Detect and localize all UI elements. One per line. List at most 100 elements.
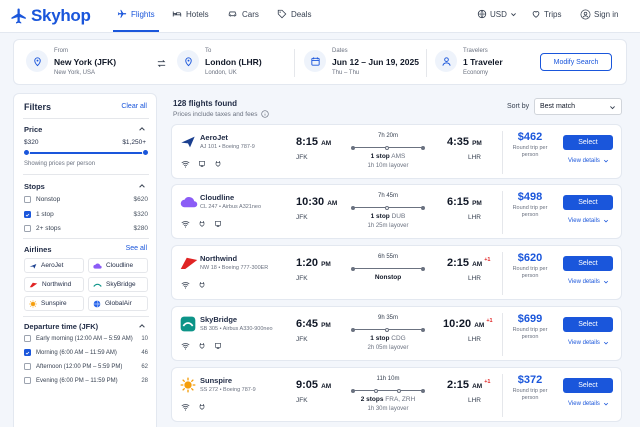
arr-time-value: 2:15 [447,257,470,269]
select-button[interactable]: Select [563,195,613,210]
view-details-link[interactable]: View details [568,340,609,346]
currency-selector[interactable]: USD [477,9,517,19]
departure-option-evening[interactable]: Evening (6:00 PM – 11:59 PM) 28 [24,377,148,384]
checkbox[interactable] [24,363,31,370]
flight-code: SS 272 • Boeing 787-9 [200,387,256,393]
price-slider-max-handle[interactable] [142,149,149,156]
car-icon [228,11,237,17]
cloudline-logo-icon [180,194,198,210]
departure-option-early-morning[interactable]: Early morning (12:00 AM – 5:59 AM) 10 [24,335,148,342]
chevron-up-icon[interactable] [138,182,146,190]
swap-button[interactable] [153,55,169,71]
airline-filter-aerojet[interactable]: AeroJet [24,258,84,273]
wifi-icon [181,161,190,168]
arr-ampm: AM [472,261,483,268]
next-day-badge: +1 [484,379,491,386]
stop-marker [385,145,389,150]
view-details-label: View details [568,401,600,407]
trips-link[interactable]: Trips [531,9,561,19]
view-details-label: View details [568,279,600,285]
departure-airport: JFK [296,275,308,282]
stops-section-title: Stops [24,182,45,191]
select-button[interactable]: Select [563,317,613,332]
airline-filter-sunspire[interactable]: Sunspire [24,296,84,311]
chevron-down-icon [510,12,516,16]
brand-name: Skyhop [31,6,91,25]
dep-time-value: 8:15 [296,136,319,148]
aerojet-logo-icon [180,134,196,150]
checkbox[interactable] [24,335,31,342]
tab-flights[interactable]: Flights [117,9,155,19]
airline-name: AeroJet [200,133,228,142]
sort-select[interactable]: Best match [534,98,622,115]
view-details-link[interactable]: View details [568,279,609,285]
from-field[interactable]: From New York (JFK) New York, USA [26,46,116,76]
to-field[interactable]: To London (LHR) London, UK [177,46,262,76]
route-end-dot [421,388,425,393]
option-price: $620 [133,196,148,203]
airline-filter-skybridge[interactable]: SkyBridge [88,277,148,292]
signin-link[interactable]: Sign in [580,9,618,20]
checkbox[interactable] [24,225,31,232]
travelers-value: 1 Traveler [463,57,503,67]
dates-field[interactable]: Dates Jun 12 – Jun 19, 2025 Thu – Thu [304,46,419,76]
checkbox[interactable] [24,196,31,203]
arrival-airport: LHR [468,397,482,404]
tab-cars[interactable]: Cars [227,9,259,19]
flight-card[interactable]: SkyBridge SB 305 • Airbus A330-900neo 6:… [171,306,622,361]
view-details-link[interactable]: View details [568,401,609,407]
airline-filter-globalair[interactable]: GlobalAir [88,296,148,311]
stop-marker [397,388,401,393]
amenities [181,281,206,289]
tab-hotels[interactable]: Hotels [172,9,209,19]
airline-filter-cloudline[interactable]: Cloudline [88,258,148,273]
select-button[interactable]: Select [563,135,613,150]
clear-all-link[interactable]: Clear all [121,103,147,110]
flight-card[interactable]: Sunspire SS 272 • Boeing 787-9 9:05 AM J… [171,367,622,422]
price-slider-min-handle[interactable] [23,149,30,156]
route-start-dot [351,145,355,150]
checkbox-checked[interactable] [24,211,31,218]
arrival-airport: LHR [468,336,482,343]
see-all-link[interactable]: See all [126,245,147,252]
checkbox-checked[interactable] [24,349,31,356]
brand-logo[interactable]: Skyhop [10,6,91,26]
chevron-up-icon[interactable] [138,125,146,133]
checkbox[interactable] [24,377,31,384]
signin-label: Sign in [594,10,619,19]
option-price: $320 [133,211,148,218]
select-button[interactable]: Select [563,378,613,393]
flight-card[interactable]: Cloudline CL 247 • Airbus A321neo 10:30 … [171,184,622,239]
sort-label: Sort by [507,103,530,110]
stops-option-nonstop[interactable]: Nonstop $620 [24,196,148,203]
stops-option-2-plus[interactable]: 2+ stops $280 [24,225,148,232]
view-details-link[interactable]: View details [568,218,609,224]
flight-card[interactable]: AeroJet AJ 101 • Boeing 787-9 8:15 AM JF… [171,124,622,179]
arr-time-value: 10:20 [443,318,472,330]
airline-filter-northwind[interactable]: Northwind [24,277,84,292]
stops-option-1-stop[interactable]: 1 stop $320 [24,211,148,218]
info-icon[interactable] [260,110,269,118]
route-end-dot [421,266,425,271]
entertainment-icon [199,161,205,167]
divider [502,374,503,417]
price: $699 [517,313,543,325]
arr-time-value: 6:15 [447,196,470,208]
price: $498 [517,191,543,203]
view-details-link[interactable]: View details [568,158,609,164]
departure-option-afternoon[interactable]: Afternoon (12:00 PM – 5:59 PM) 62 [24,363,148,370]
select-button[interactable]: Select [563,256,613,271]
aerojet-logo-icon [29,263,37,269]
modify-search-button[interactable]: Modify Search [540,53,612,71]
arr-ampm: AM [472,383,483,390]
route-start-dot [351,266,355,271]
travelers-field[interactable]: Travelers 1 Traveler Economy [435,46,503,76]
dep-ampm: AM [321,140,332,147]
departure-airport: JFK [296,214,308,221]
next-day-badge: +1 [486,318,493,325]
chevron-up-icon[interactable] [138,322,146,330]
flight-card[interactable]: Northwind NW 18 • Boeing 777-300ER 1:20 … [171,245,622,300]
price-slider-track[interactable] [26,152,146,154]
departure-option-morning[interactable]: Morning (6:00 AM – 11:59 AM) 46 [24,349,148,356]
tab-deals[interactable]: Deals [277,9,311,19]
